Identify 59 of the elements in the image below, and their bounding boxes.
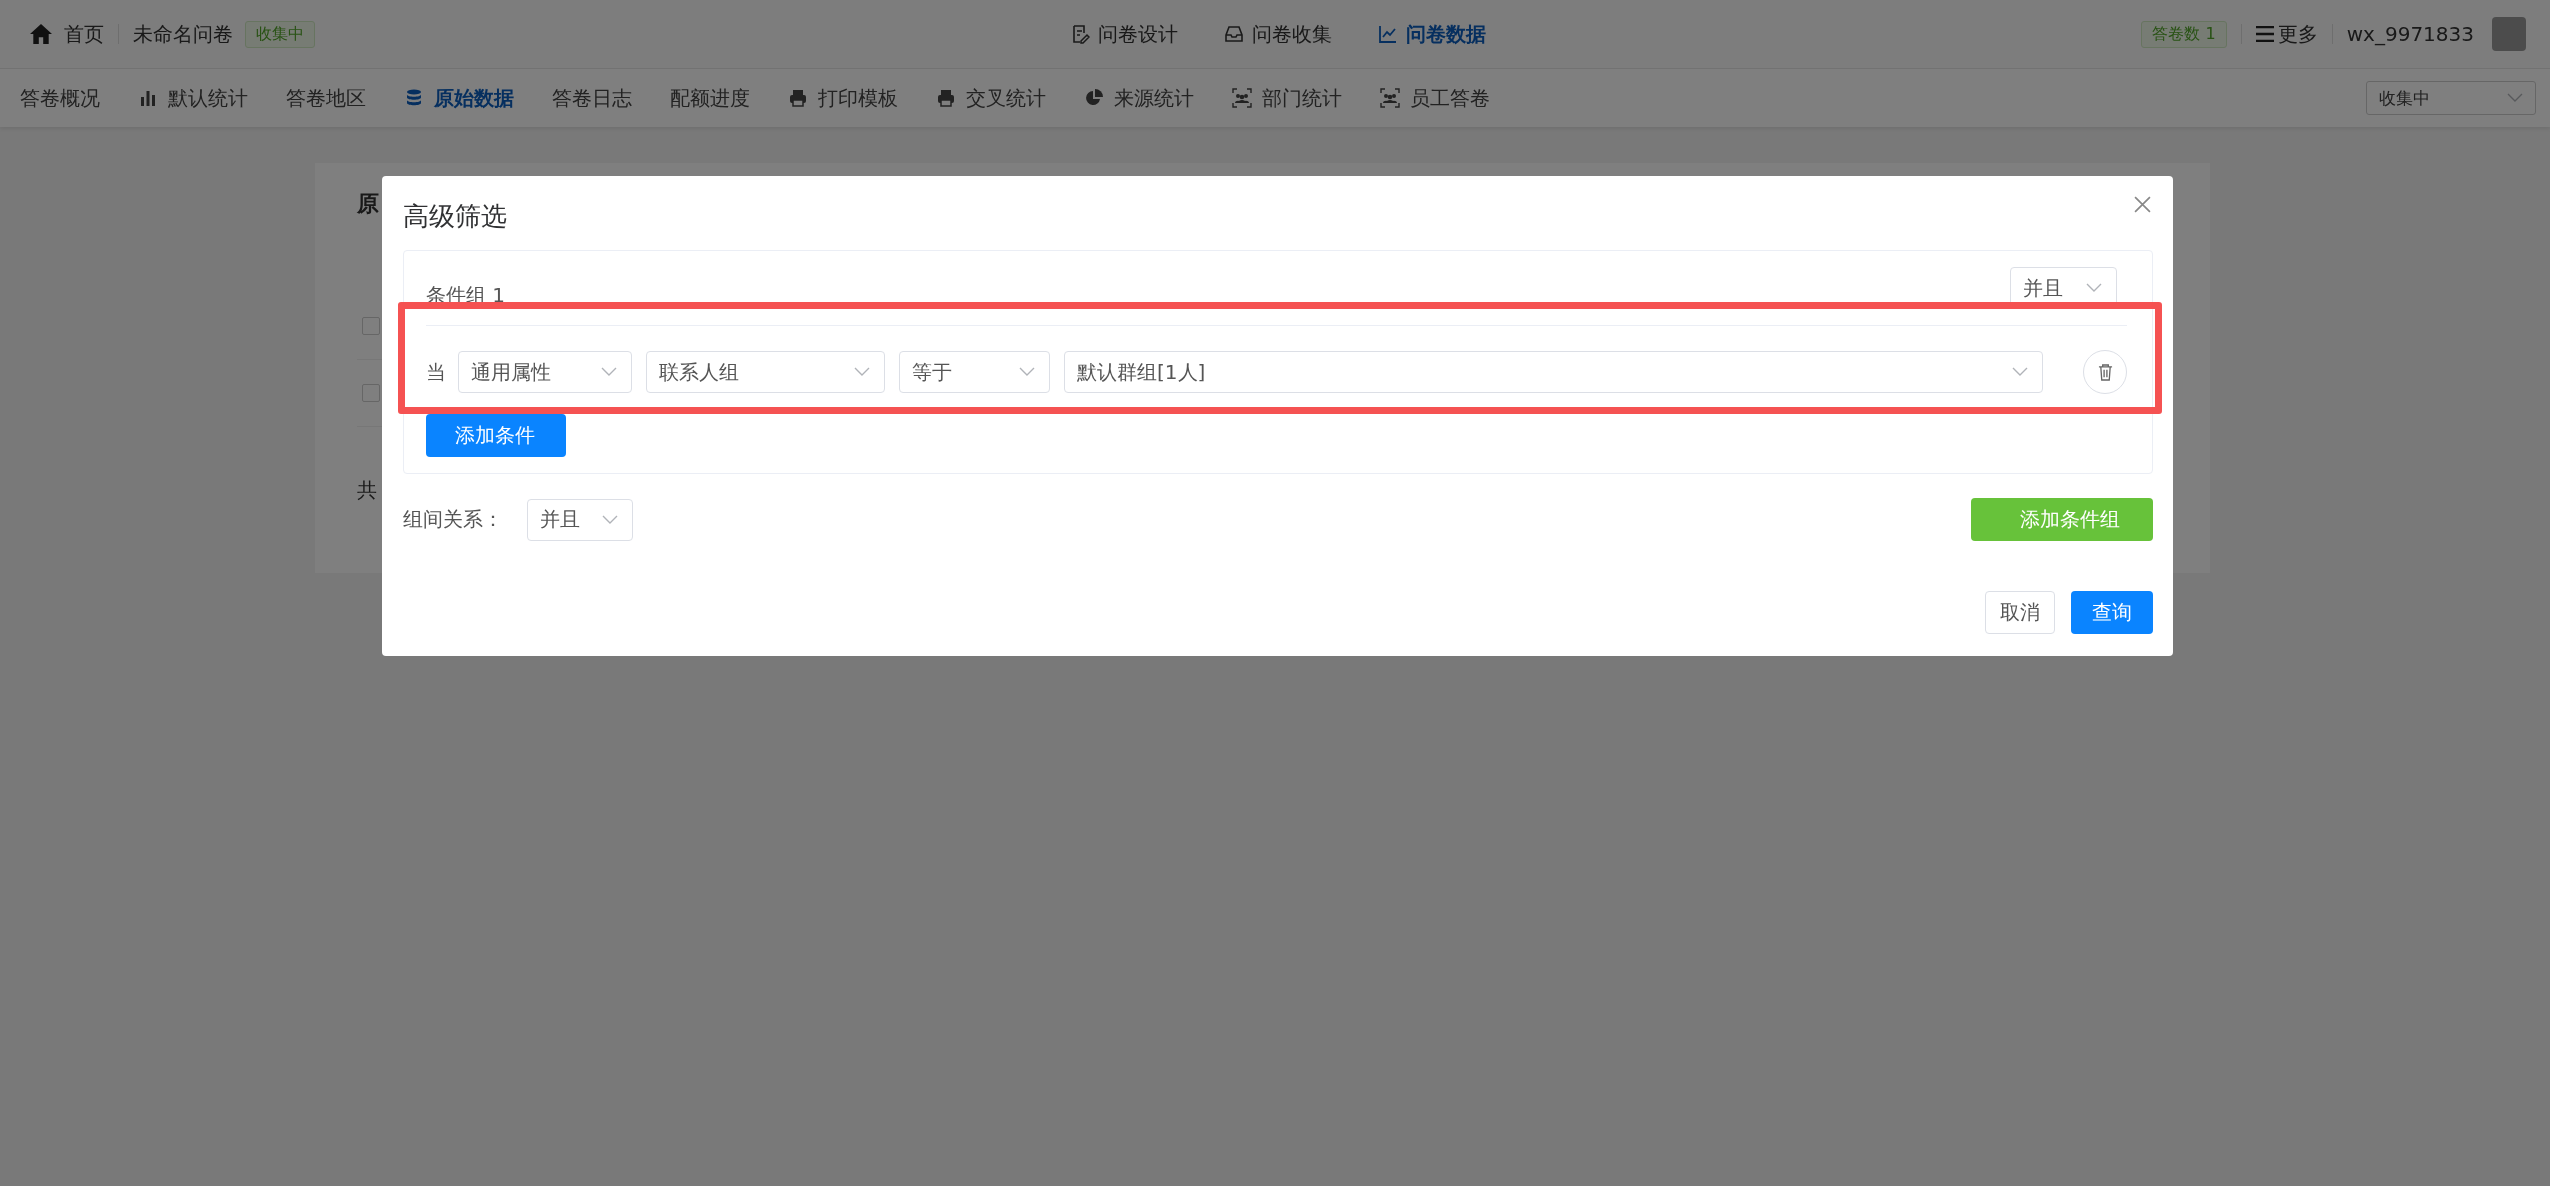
sub-tab[interactable]: 答卷日志 — [552, 84, 632, 112]
sub-tab[interactable]: 员工答卷 — [1380, 84, 1490, 112]
printer-icon — [936, 88, 956, 108]
group-relation-select[interactable]: 并且 — [527, 498, 633, 541]
condition-prefix: 当 — [426, 358, 446, 386]
chevron-down-icon — [601, 367, 617, 377]
username[interactable]: wx_9971833 — [2346, 22, 2474, 46]
answer-count-badge: 答卷数 1 — [2141, 20, 2227, 48]
operator-select[interactable]: 等于 — [899, 351, 1050, 393]
field-select[interactable]: 联系人组 — [646, 351, 885, 393]
submit-button[interactable]: 查询 — [2071, 591, 2153, 634]
more-menu[interactable]: 更多 — [2277, 20, 2318, 48]
chevron-down-icon — [2012, 367, 2028, 377]
add-group-button[interactable]: 添加条件组 — [1971, 498, 2153, 541]
card-title: 原 — [357, 190, 379, 218]
chevron-down-icon — [854, 367, 870, 377]
cancel-button[interactable]: 取消 — [1985, 591, 2055, 634]
nav-tab[interactable]: 问卷收集 — [1224, 20, 1332, 48]
survey-title: 未命名问卷 — [133, 20, 233, 48]
nav-tab[interactable]: 问卷数据 — [1378, 20, 1486, 48]
sub-tab[interactable]: 来源统计 — [1084, 84, 1194, 112]
chevron-down-icon — [2507, 93, 2523, 103]
inbox-icon — [1224, 24, 1244, 44]
sub-tab[interactable]: 打印模板 — [788, 84, 898, 112]
trash-icon — [2097, 363, 2113, 381]
document-pen-icon — [1070, 24, 1090, 44]
status-select[interactable]: 收集中 — [2366, 81, 2536, 115]
chevron-down-icon — [2086, 283, 2102, 293]
sub-tab[interactable]: 原始数据 — [404, 84, 514, 112]
bar-chart-icon — [138, 88, 158, 108]
field-type-select[interactable]: 通用属性 — [458, 351, 632, 393]
people-icon — [1232, 88, 1252, 108]
people-icon — [1380, 88, 1400, 108]
sub-tab[interactable]: 答卷概况 — [20, 84, 100, 112]
database-icon — [404, 88, 424, 108]
delete-button[interactable] — [2083, 350, 2127, 394]
checkbox[interactable] — [362, 317, 380, 335]
checkbox[interactable] — [362, 384, 380, 402]
add-condition-button[interactable]: 添加条件 — [426, 414, 566, 457]
status-badge: 收集中 — [245, 20, 315, 48]
menu-icon[interactable] — [2255, 26, 2274, 42]
sub-tab[interactable]: 配额进度 — [670, 84, 750, 112]
home-icon[interactable] — [30, 24, 52, 44]
chevron-down-icon — [1019, 367, 1035, 377]
value-select[interactable]: 默认群组[1人] — [1064, 351, 2043, 393]
sub-tab[interactable]: 交叉统计 — [936, 84, 1046, 112]
home-link[interactable]: 首页 — [64, 20, 104, 48]
printer-icon — [788, 88, 808, 108]
pie-chart-icon — [1084, 88, 1104, 108]
sub-tab[interactable]: 答卷地区 — [286, 84, 366, 112]
close-icon[interactable] — [2134, 196, 2151, 213]
line-chart-icon — [1378, 24, 1398, 44]
sub-tab[interactable]: 部门统计 — [1232, 84, 1342, 112]
group-relation-label: 组间关系： — [403, 506, 503, 533]
nav-tab[interactable]: 问卷设计 — [1070, 20, 1178, 48]
total-count: 共 — [357, 477, 377, 504]
chevron-down-icon — [602, 514, 618, 525]
dialog-title: 高级筛选 — [403, 200, 507, 233]
sub-tab[interactable]: 默认统计 — [138, 84, 248, 112]
